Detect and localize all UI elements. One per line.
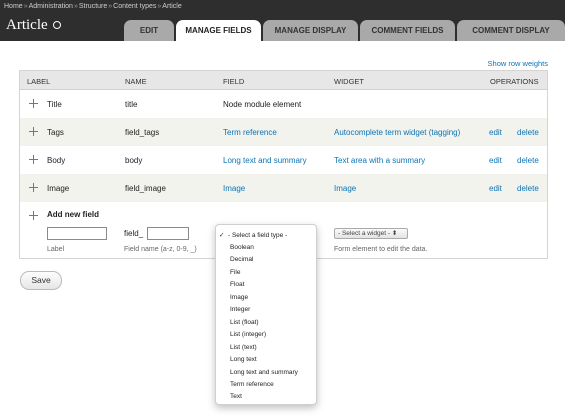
admin-header: Home»Administration»Structure»Content ty…	[0, 0, 565, 41]
header-field: FIELD	[223, 77, 245, 86]
table-row: Body body Long text and summary Text are…	[20, 146, 547, 174]
row-name: body	[125, 156, 143, 165]
breadcrumb-separator: »	[157, 3, 162, 10]
field-type-option[interactable]: Integer	[230, 306, 250, 313]
row-field-link[interactable]: Long text and summary	[223, 156, 307, 165]
row-name: title	[125, 100, 138, 109]
tab-comment-fields[interactable]: COMMENT FIELDS	[360, 20, 455, 41]
tab-edit[interactable]: EDIT	[124, 20, 174, 41]
drag-handle-icon[interactable]	[29, 211, 38, 220]
drag-handle-icon[interactable]	[29, 99, 38, 108]
checkmark-icon: ✓	[219, 232, 225, 239]
widget-select-label: - Select a widget -	[338, 230, 391, 237]
drag-handle-icon[interactable]	[29, 127, 38, 136]
select-arrows-icon: ⬍	[391, 230, 398, 237]
field-type-option[interactable]: List (text)	[230, 344, 257, 351]
page-title: Article	[6, 17, 48, 33]
row-field-link[interactable]: Image	[223, 184, 245, 193]
row-label: Title	[47, 100, 62, 109]
add-new-field-title: Add new field	[47, 210, 99, 219]
breadcrumb-separator: »	[23, 3, 28, 10]
row-label: Image	[47, 184, 70, 193]
breadcrumb-article[interactable]: Article	[162, 3, 181, 10]
row-field-link[interactable]: Term reference	[223, 128, 277, 137]
field-type-option[interactable]: File	[230, 269, 240, 276]
row-name: field_tags	[125, 128, 160, 137]
field-type-option[interactable]: List (integer)	[230, 331, 266, 338]
row-label: Tags	[47, 128, 64, 137]
save-button[interactable]: Save	[20, 271, 62, 290]
breadcrumb-administration[interactable]: Administration	[29, 3, 73, 10]
table-row: Tags field_tags Term reference Autocompl…	[20, 118, 547, 146]
field-name-hint: Field name (a-z, 0-9, _)	[124, 246, 197, 253]
field-type-option[interactable]: List (float)	[230, 319, 259, 326]
widget-hint: Form element to edit the data.	[334, 246, 428, 253]
row-edit-link[interactable]: edit	[489, 156, 502, 165]
row-delete-link[interactable]: delete	[517, 156, 539, 165]
field-type-option[interactable]: Long text	[230, 356, 257, 363]
breadcrumb-home[interactable]: Home	[4, 3, 23, 10]
row-widget-link[interactable]: Autocomplete term widget (tagging)	[334, 128, 460, 137]
label-hint: Label	[47, 246, 65, 253]
row-edit-link[interactable]: edit	[489, 184, 502, 193]
show-row-weights-link[interactable]: Show row weights	[488, 59, 548, 68]
drag-handle-icon[interactable]	[29, 183, 38, 192]
header-operations: OPERATIONS	[490, 77, 539, 86]
row-label: Body	[47, 156, 66, 165]
row-name: field_image	[125, 184, 166, 193]
breadcrumb-separator: »	[108, 3, 113, 10]
field-type-option[interactable]: Decimal	[230, 256, 253, 263]
row-widget-link[interactable]: Image	[334, 184, 356, 193]
field-type-option[interactable]: Boolean	[230, 244, 254, 251]
row-field: Node module element	[223, 100, 302, 109]
widget-select[interactable]: - Select a widget - ⬍	[334, 228, 408, 239]
drag-handle-icon[interactable]	[29, 155, 38, 164]
breadcrumb-separator: »	[73, 3, 78, 10]
field-type-option[interactable]: Long text and summary	[230, 369, 298, 376]
field-type-option[interactable]: Image	[230, 294, 248, 301]
breadcrumb-structure[interactable]: Structure	[79, 3, 107, 10]
field-type-option[interactable]: Term reference	[230, 381, 274, 388]
tab-comment-display[interactable]: COMMENT DISPLAY	[457, 20, 565, 41]
field-name-prefix: field_	[124, 229, 144, 238]
selected-option-label: - Select a field type -	[228, 232, 288, 239]
row-delete-link[interactable]: delete	[517, 184, 539, 193]
row-delete-link[interactable]: delete	[517, 128, 539, 137]
shortcut-icon[interactable]	[53, 21, 61, 29]
new-field-label-input[interactable]	[47, 227, 107, 240]
breadcrumb: Home»Administration»Structure»Content ty…	[4, 3, 182, 10]
row-widget-link[interactable]: Text area with a summary	[334, 156, 425, 165]
row-edit-link[interactable]: edit	[489, 128, 502, 137]
field-type-option[interactable]: Text	[230, 393, 242, 400]
breadcrumb-content-types[interactable]: Content types	[113, 3, 156, 10]
table-row: Image field_image Image Image edit delet…	[20, 174, 547, 202]
header-label: LABEL	[27, 77, 51, 86]
tab-manage-display[interactable]: MANAGE DISPLAY	[263, 20, 358, 41]
header-name: NAME	[125, 77, 147, 86]
field-type-dropdown[interactable]: ✓ - Select a field type - Boolean Decimal…	[215, 224, 317, 405]
table-row: Title title Node module element	[20, 90, 547, 118]
tab-manage-fields[interactable]: MANAGE FIELDS	[176, 20, 261, 41]
field-type-option-selected[interactable]: ✓ - Select a field type -	[219, 231, 287, 239]
field-type-option[interactable]: Float	[230, 281, 244, 288]
new-field-name-input[interactable]	[147, 227, 189, 240]
header-widget: WIDGET	[334, 77, 364, 86]
table-header: LABEL NAME FIELD WIDGET OPERATIONS	[20, 71, 547, 90]
